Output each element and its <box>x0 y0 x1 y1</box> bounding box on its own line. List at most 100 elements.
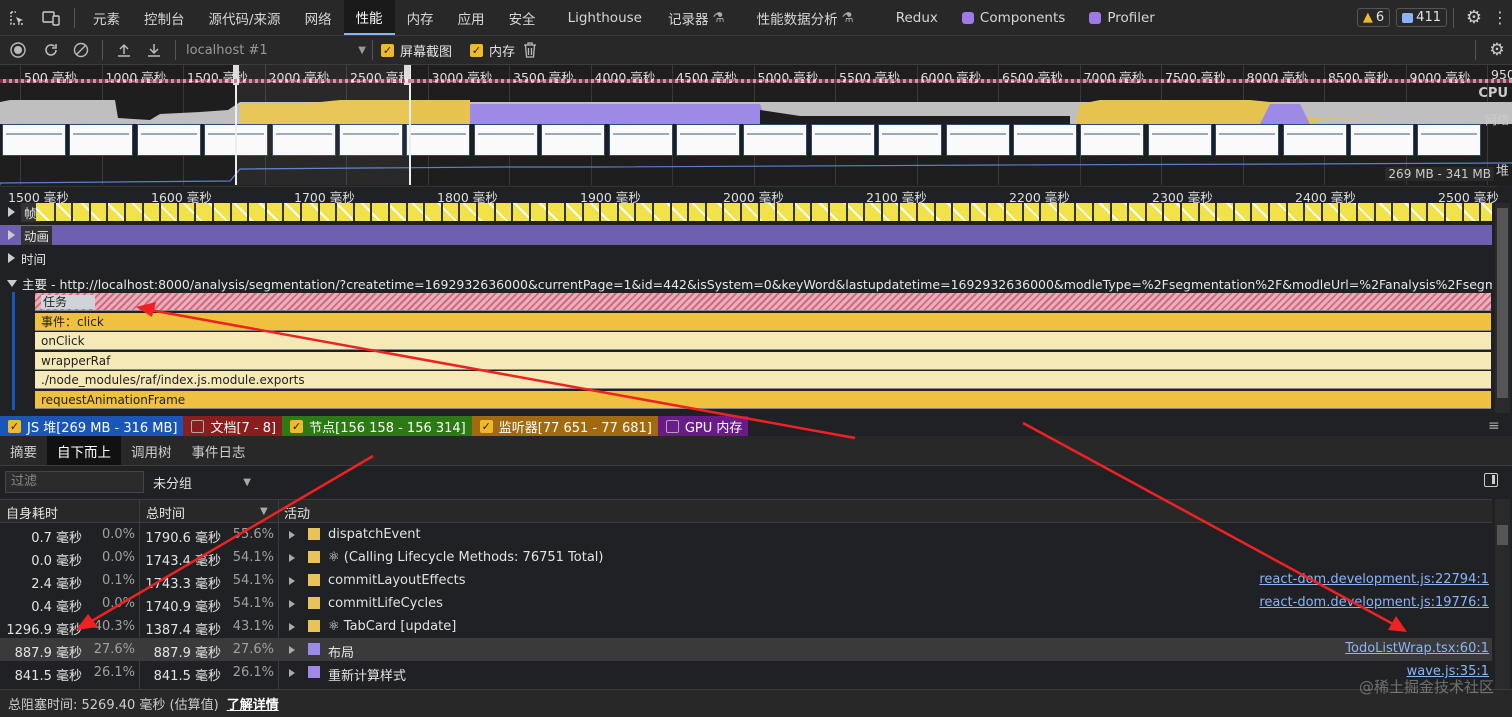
table-row[interactable]: 0.4 毫秒 0.0% 1740.9 毫秒 54.1% commitLifeCycles… <box>0 592 1492 615</box>
expand-row-icon[interactable] <box>289 577 295 585</box>
learn-more-link[interactable]: 了解详情 <box>227 694 279 713</box>
tab-profiler[interactable]: Profiler <box>1077 0 1167 35</box>
screenshot-thumbnail[interactable] <box>473 124 538 156</box>
screenshot-thumbnail[interactable] <box>608 124 673 156</box>
table-scrollbar[interactable] <box>1495 499 1510 689</box>
tab-elements[interactable]: 元素 <box>81 0 132 35</box>
flame-request-animation-frame[interactable]: requestAnimationFrame <box>35 391 1491 409</box>
tab-network[interactable]: 网络 <box>293 0 344 35</box>
expand-row-icon[interactable] <box>289 646 295 654</box>
flame-onclick[interactable]: onClick <box>35 332 1491 350</box>
screenshot-thumbnail[interactable] <box>743 124 808 156</box>
screenshot-thumbnail[interactable] <box>1282 124 1347 156</box>
col-activity[interactable]: 活动 <box>284 503 310 522</box>
counter-gpu-memory[interactable]: GPU 内存 <box>657 416 749 436</box>
flame-task[interactable]: 任务 <box>35 293 1491 311</box>
source-link[interactable]: react-dom.development.js:22794:1 <box>1259 572 1489 587</box>
tab-sources[interactable]: 源代码/来源 <box>197 0 293 35</box>
capture-settings-gear-icon[interactable]: ⚙ <box>1482 36 1512 64</box>
flame-wrapperraf[interactable]: wrapperRaf <box>35 352 1491 370</box>
counter-listeners[interactable]: ✓ 监听器[77 651 - 77 681] <box>471 416 658 436</box>
flame-scrollbar[interactable] <box>1495 203 1510 413</box>
tab-security[interactable]: 安全 <box>497 0 548 35</box>
source-link[interactable]: react-dom.development.js:19776:1 <box>1259 595 1489 610</box>
col-total-time[interactable]: 总时间 <box>146 503 185 522</box>
screenshot-thumbnail[interactable] <box>1080 124 1145 156</box>
screenshot-thumbnail[interactable] <box>541 124 606 156</box>
screenshots-checkbox[interactable]: ✓ 屏幕截图 <box>381 41 452 60</box>
table-row[interactable]: 1296.9 毫秒 40.3% 1387.4 毫秒 43.1% ⚛ TabCard [u… <box>0 615 1492 638</box>
tab-event-log[interactable]: 事件日志 <box>182 436 256 465</box>
memory-checkbox[interactable]: ✓ 内存 <box>470 41 515 60</box>
main-track-header[interactable]: 主要 - http://localhost:8000/analysis/segm… <box>0 273 1492 293</box>
show-heaviest-stack-icon[interactable] <box>1484 473 1498 487</box>
overview-selection-window[interactable] <box>235 65 411 185</box>
screenshot-thumbnail[interactable] <box>136 124 201 156</box>
tab-call-tree[interactable]: 调用树 <box>121 436 182 465</box>
expand-row-icon[interactable] <box>289 669 295 677</box>
device-toolbar-icon[interactable] <box>34 0 68 35</box>
expand-row-icon[interactable] <box>289 554 295 562</box>
trash-icon[interactable] <box>515 36 545 64</box>
reload-record-icon[interactable] <box>36 36 66 64</box>
screenshot-thumbnail[interactable] <box>406 124 471 156</box>
table-scrollbar-thumb[interactable] <box>1497 525 1508 545</box>
tab-console[interactable]: 控制台 <box>132 0 197 35</box>
screenshot-thumbnail[interactable] <box>945 124 1010 156</box>
expand-row-icon[interactable] <box>289 623 295 631</box>
upload-icon[interactable] <box>109 36 139 64</box>
screenshot-thumbnail[interactable] <box>1013 124 1077 156</box>
tab-components[interactable]: Components <box>950 0 1077 35</box>
screenshot-thumbnail[interactable] <box>810 124 875 156</box>
messages-badge[interactable]: 411 <box>1396 8 1447 27</box>
tab-performance[interactable]: 性能 <box>343 0 395 35</box>
table-row[interactable]: 0.7 毫秒 0.0% 1790.6 毫秒 55.6% dispatchEvent <box>0 523 1492 546</box>
tab-recorder[interactable]: 记录器 ⚗ <box>656 0 737 35</box>
more-options-icon[interactable]: ⋮ <box>1488 0 1512 35</box>
screenshot-thumbnail[interactable] <box>69 124 134 156</box>
grouping-select[interactable]: 未分组 ▼ <box>153 473 251 492</box>
animation-track-header[interactable]: 动画 <box>0 225 1492 245</box>
filter-input[interactable]: 过滤 <box>5 471 144 493</box>
screenshot-thumbnail[interactable] <box>1350 124 1414 156</box>
col-self-time[interactable]: 自身耗时 <box>6 503 58 522</box>
drawer-menu-icon[interactable]: ≡ <box>1488 418 1502 434</box>
frames-track[interactable] <box>36 203 1492 221</box>
screenshot-thumbnail[interactable] <box>1147 124 1212 156</box>
inspect-element-icon[interactable] <box>0 0 34 35</box>
counter-js-heap[interactable]: ✓ JS 堆[269 MB - 316 MB] <box>0 416 184 436</box>
tab-redux[interactable]: Redux <box>866 0 950 35</box>
category-color-swatch <box>308 643 320 655</box>
table-row[interactable]: 0.0 毫秒 0.0% 1743.4 毫秒 54.1% ⚛ (Calling Lifec… <box>0 546 1492 569</box>
target-select[interactable]: localhost #1 ▼ <box>182 43 366 58</box>
record-icon[interactable] <box>0 36 36 64</box>
timings-track-header[interactable]: 时间 <box>0 248 1492 268</box>
screenshot-thumbnail[interactable] <box>676 124 740 156</box>
screenshot-thumbnail[interactable] <box>1417 124 1482 156</box>
table-row[interactable]: 887.9 毫秒 27.6% 887.9 毫秒 27.6% 布局 TodoListWrap… <box>0 638 1492 661</box>
warnings-badge[interactable]: ▲ 6 <box>1356 8 1391 27</box>
table-row[interactable]: 2.4 毫秒 0.1% 1743.3 毫秒 54.1% commitLayoutEffe… <box>0 569 1492 592</box>
tab-performance-insights[interactable]: 性能数据分析 ⚗ <box>737 0 866 35</box>
source-link[interactable]: TodoListWrap.tsx:60:1 <box>1345 641 1489 656</box>
tab-memory[interactable]: 内存 <box>395 0 446 35</box>
flame-raf-module-exports[interactable]: ./node_modules/raf/index.js.module.expor… <box>35 371 1491 389</box>
tab-bottom-up[interactable]: 自下而上 <box>47 436 121 465</box>
screenshot-thumbnail[interactable] <box>1215 124 1280 156</box>
expand-row-icon[interactable] <box>289 600 295 608</box>
tab-application[interactable]: 应用 <box>446 0 497 35</box>
counter-nodes[interactable]: ✓ 节点[156 158 - 156 314] <box>282 416 472 436</box>
screenshot-thumbnail[interactable] <box>2 124 66 156</box>
clear-icon[interactable] <box>66 36 96 64</box>
tab-lighthouse[interactable]: Lighthouse <box>548 0 656 35</box>
flame-event-click[interactable]: 事件：click <box>35 313 1491 331</box>
counter-documents[interactable]: 文档[7 - 8] <box>183 416 283 436</box>
expand-row-icon[interactable] <box>289 531 295 539</box>
download-icon[interactable] <box>139 36 169 64</box>
flame-scrollbar-thumb[interactable] <box>1497 208 1508 398</box>
table-row[interactable]: 841.5 毫秒 26.1% 841.5 毫秒 26.1% 重新计算样式 wave.js:… <box>0 661 1492 684</box>
tab-summary[interactable]: 摘要 <box>0 436 47 465</box>
settings-gear-icon[interactable]: ⚙ <box>1460 0 1488 35</box>
screenshot-thumbnail[interactable] <box>878 124 943 156</box>
timeline-overview[interactable]: 500 毫秒 1000 毫秒 1500 毫秒 2000 毫秒 2500 毫秒 3000 毫… <box>0 65 1512 185</box>
